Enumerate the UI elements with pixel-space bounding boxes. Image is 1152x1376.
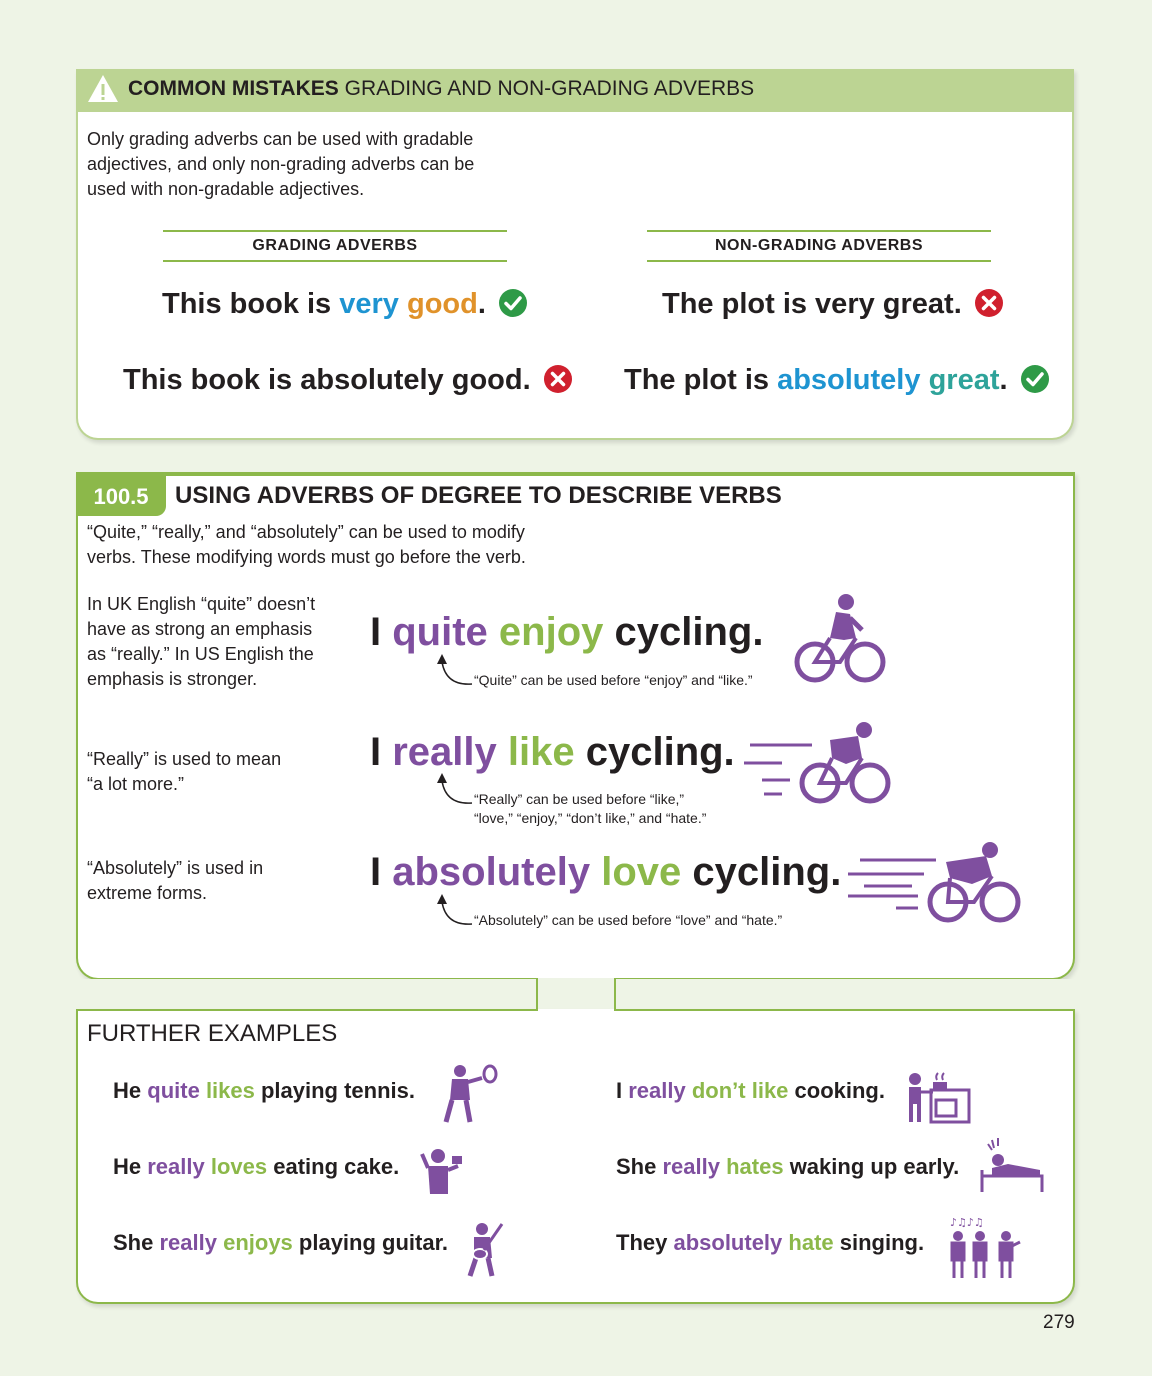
side-note-absolutely: “Absolutely” is used in extreme forms. xyxy=(87,858,264,903)
common-mistakes-intro: Only grading adverbs can be used with gr… xyxy=(87,129,475,199)
section-number: 100.5 xyxy=(76,476,166,516)
racing-cyclist-icon xyxy=(848,842,1021,923)
note-really: “Really” can be used before “like,” “lov… xyxy=(474,791,707,826)
cross-icon xyxy=(543,364,573,394)
arrow-curve-icon xyxy=(437,654,473,685)
cross-icon xyxy=(974,288,1004,318)
cyclist-icon xyxy=(794,594,886,683)
check-icon xyxy=(498,288,528,318)
non-grading-adverbs-header: NON-GRADING ADVERBS xyxy=(647,230,991,262)
further-example: I really don’t like cooking. xyxy=(616,1078,885,1103)
tennis-player-icon xyxy=(443,1064,498,1123)
further-example: They absolutely hate singing. xyxy=(616,1230,925,1255)
check-icon xyxy=(1020,364,1050,394)
example-correct-grading: This book is very good. xyxy=(162,286,528,322)
singing-group-icon: ♪♫♪♫ xyxy=(950,1216,1021,1278)
waking-up-icon xyxy=(980,1138,1044,1192)
guitar-player-icon xyxy=(467,1223,504,1277)
cake-eating-icon xyxy=(420,1149,462,1194)
side-note-quite: In UK English “quite” doesn’t have as st… xyxy=(87,594,316,689)
section-title: USING ADVERBS OF DEGREE TO DESCRIBE VERB… xyxy=(175,482,782,509)
grading-adverbs-header: GRADING ADVERBS xyxy=(163,230,507,262)
example-correct-non-grading: The plot is absolutely great. xyxy=(624,362,1050,398)
cooking-icon xyxy=(909,1072,971,1124)
note-absolutely: “Absolutely” can be used before “love” a… xyxy=(474,912,783,928)
connector-join xyxy=(538,1009,614,1013)
connector-right xyxy=(614,979,1075,1011)
warning-icon xyxy=(88,75,118,102)
connector-left xyxy=(76,979,538,1011)
page-number: 279 xyxy=(1043,1312,1075,1333)
common-mistakes-title: COMMON MISTAKES GRADING AND NON-GRADING … xyxy=(128,77,755,100)
example-sentence-really: I really like cycling. xyxy=(370,730,735,774)
further-example: She really hates waking up early. xyxy=(616,1154,960,1179)
note-quite: “Quite” can be used before “enjoy” and “… xyxy=(474,672,753,688)
svg-text:♪♫♪♫: ♪♫♪♫ xyxy=(950,1216,984,1229)
further-examples-title: FURTHER EXAMPLES xyxy=(87,1020,338,1047)
example-wrong-grading: This book is absolutely good. xyxy=(123,362,573,398)
further-example: He really loves eating cake. xyxy=(113,1154,400,1179)
arrow-curve-icon xyxy=(437,773,473,804)
fast-cyclist-icon xyxy=(744,722,891,804)
arrow-curve-icon xyxy=(437,894,473,925)
connector-gap xyxy=(536,978,616,1012)
further-example: He quite likes playing tennis. xyxy=(113,1078,416,1103)
example-sentence-quite: I quite enjoy cycling. xyxy=(370,610,764,654)
side-note-really: “Really” is used to mean “a lot more.” xyxy=(87,749,282,794)
further-example: She really enjoys playing guitar. xyxy=(113,1230,449,1255)
example-wrong-non-grading: The plot is very great. xyxy=(662,286,1004,322)
section-intro: “Quite,” “really,” and “absolutely” can … xyxy=(87,522,526,567)
example-sentence-absolutely: I absolutely love cycling. xyxy=(370,850,842,894)
